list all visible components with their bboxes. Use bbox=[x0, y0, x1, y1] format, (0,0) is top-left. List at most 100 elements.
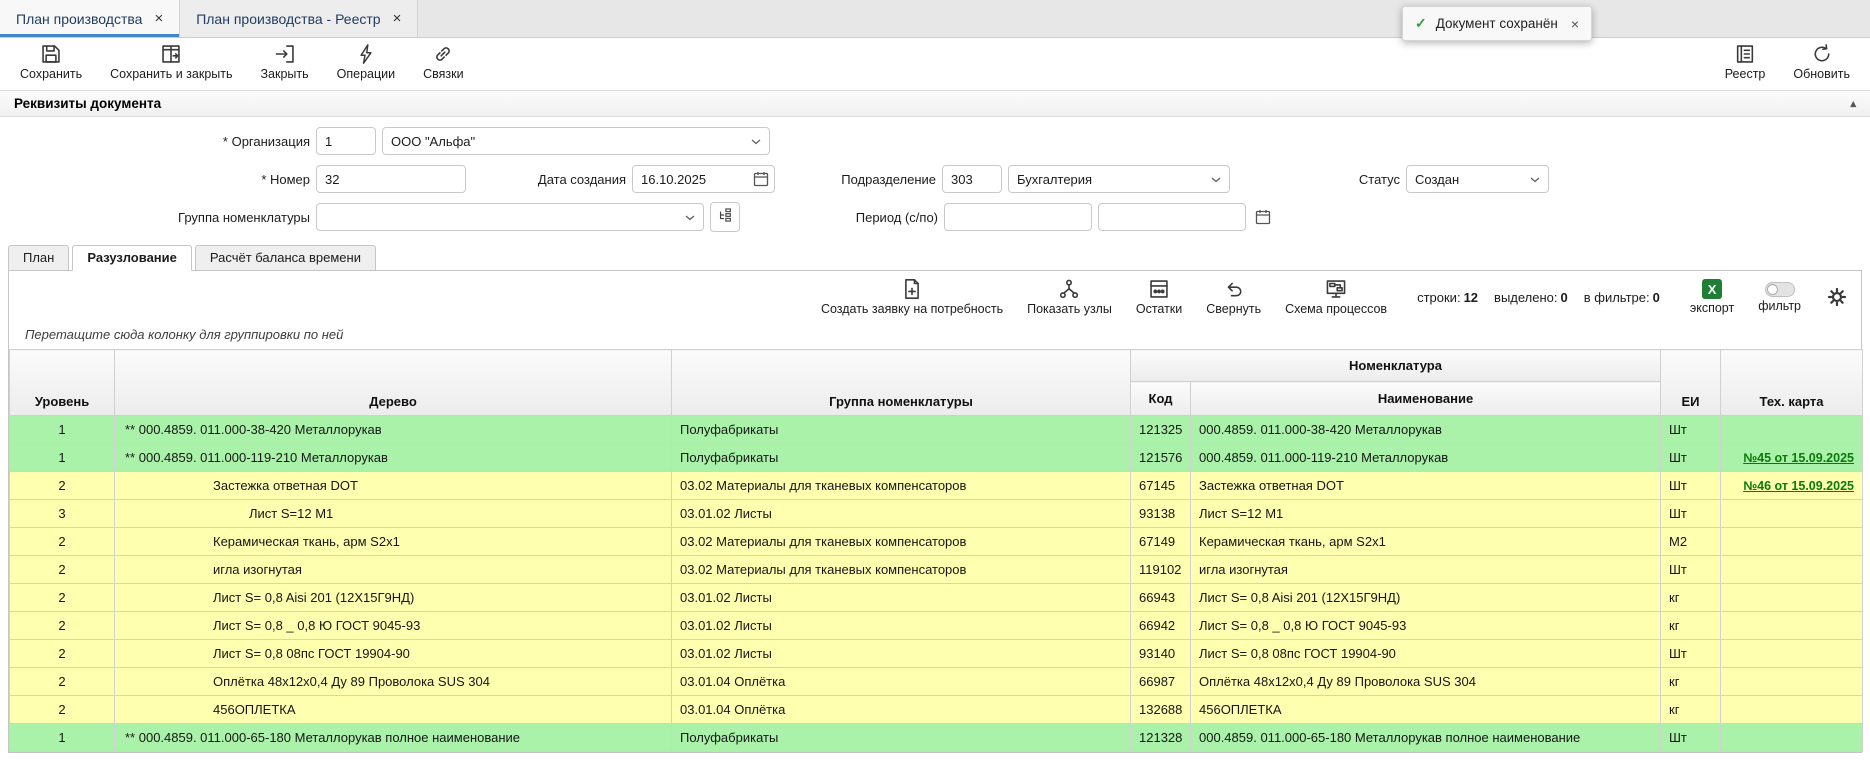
cell-tree: 456ОПЛЕТКА bbox=[115, 696, 672, 724]
tab-close-icon[interactable]: × bbox=[393, 11, 402, 26]
table-row[interactable]: 2Оплётка 48х12х0,4 Ду 89 Проволока SUS 3… bbox=[10, 668, 1863, 696]
close-button[interactable]: Закрыть bbox=[261, 43, 309, 81]
cell-tech-card: №46 от 15.09.2025 bbox=[1721, 472, 1863, 500]
column-header-group[interactable]: Группа номенклатуры bbox=[672, 350, 1131, 416]
toolbar-button-label: Схема процессов bbox=[1285, 302, 1387, 316]
toolbar-button-label: Связки bbox=[423, 67, 463, 81]
table-row[interactable]: 3Лист S=12 М103.01.02 Листы93138Лист S=1… bbox=[10, 500, 1863, 528]
organization-select[interactable]: ООО "Альфа" bbox=[382, 127, 770, 155]
filter-toggle[interactable]: фильтр bbox=[1758, 282, 1801, 313]
cell-tech-card bbox=[1721, 584, 1863, 612]
calendar-icon[interactable] bbox=[752, 170, 770, 188]
cell-tree: Лист S=12 М1 bbox=[115, 500, 672, 528]
process-scheme-button[interactable]: Схема процессов bbox=[1285, 278, 1387, 316]
registry-button[interactable]: Реестр bbox=[1725, 43, 1766, 81]
number-input[interactable] bbox=[316, 165, 466, 193]
organization-code-input[interactable] bbox=[316, 127, 376, 155]
column-header-level[interactable]: Уровень bbox=[10, 350, 115, 416]
table-row[interactable]: 1** 000.4859. 011.000-38-420 Металлорука… bbox=[10, 416, 1863, 444]
number-label: * Номер bbox=[0, 172, 310, 187]
column-header-unit[interactable]: ЕИ bbox=[1661, 350, 1721, 416]
toggle-off-icon bbox=[1765, 282, 1795, 297]
settings-gear-button[interactable] bbox=[1827, 287, 1847, 307]
chevron-down-icon bbox=[685, 208, 695, 226]
cell-unit: М2 bbox=[1661, 528, 1721, 556]
nomenclature-group-select[interactable] bbox=[316, 203, 704, 231]
cell-unit: кг bbox=[1661, 696, 1721, 724]
period-calendar-icon[interactable] bbox=[1252, 206, 1274, 228]
main-toolbar-right: Реестр Обновить bbox=[1725, 43, 1850, 81]
window-tab-1[interactable]: План производства× bbox=[0, 0, 180, 37]
column-header-name[interactable]: Наименование bbox=[1191, 382, 1661, 416]
cell-level: 2 bbox=[10, 668, 115, 696]
cell-name: 000.4859. 011.000-119-210 Металлорукав bbox=[1191, 444, 1661, 472]
toolbar-button-label: Операции bbox=[337, 67, 395, 81]
show-nodes-icon bbox=[1058, 278, 1080, 300]
doc-tab-bar: ПланРазузлованиеРасчёт баланса времени bbox=[0, 242, 1870, 270]
create-request-button[interactable]: Создать заявку на потребность bbox=[821, 278, 1003, 316]
cell-group: 03.02 Материалы для тканевых компенсатор… bbox=[672, 472, 1131, 500]
save-close-button[interactable]: Сохранить и закрыть bbox=[110, 43, 232, 81]
collapse-button[interactable]: Свернуть bbox=[1206, 278, 1261, 316]
column-header-tech-card[interactable]: Тех. карта bbox=[1721, 350, 1863, 416]
toast-close-icon[interactable]: × bbox=[1571, 16, 1579, 32]
cell-unit: Шт bbox=[1661, 500, 1721, 528]
operations-button[interactable]: Операции bbox=[337, 43, 395, 81]
document-requisites-header[interactable]: Реквизиты документа ▴ bbox=[0, 90, 1870, 117]
tech-card-link[interactable]: №46 от 15.09.2025 bbox=[1743, 479, 1854, 493]
table-row[interactable]: 2Лист S= 0,8 08пс ГОСТ 19904-9003.01.02 … bbox=[10, 640, 1863, 668]
table-row[interactable]: 2Застежка ответная DOT03.02 Материалы дл… bbox=[10, 472, 1863, 500]
tab-close-icon[interactable]: × bbox=[154, 11, 163, 26]
cell-level: 1 bbox=[10, 444, 115, 472]
create-request-icon bbox=[901, 278, 923, 300]
table-row[interactable]: 2Керамическая ткань, арм S2х103.02 Матер… bbox=[10, 528, 1863, 556]
cell-unit: Шт bbox=[1661, 556, 1721, 584]
collapse-arrow-icon[interactable]: ▴ bbox=[1850, 97, 1856, 110]
table-row[interactable]: 1** 000.4859. 011.000-65-180 Металлорука… bbox=[10, 724, 1863, 752]
chevron-down-icon bbox=[751, 132, 761, 150]
rows-counter: строки:12 bbox=[1417, 290, 1478, 305]
stocks-button[interactable]: Остатки bbox=[1136, 278, 1182, 316]
column-header-code[interactable]: Код bbox=[1131, 382, 1191, 416]
form-row-group: Группа номенклатуры Период (с/по) bbox=[0, 202, 1870, 232]
period-to-input[interactable] bbox=[1098, 203, 1246, 231]
table-row[interactable]: 1** 000.4859. 011.000-119-210 Металлорук… bbox=[10, 444, 1863, 472]
status-label: Статус bbox=[1236, 172, 1400, 187]
table-row[interactable]: 2Лист S= 0,8 Aisi 201 (12Х15Г9НД)03.01.0… bbox=[10, 584, 1863, 612]
tech-card-link[interactable]: №45 от 15.09.2025 bbox=[1743, 451, 1854, 465]
cell-level: 3 bbox=[10, 500, 115, 528]
cell-group: Полуфабрикаты bbox=[672, 724, 1131, 752]
department-code-input[interactable] bbox=[942, 165, 1002, 193]
cell-level: 1 bbox=[10, 416, 115, 444]
form-row-number: * Номер Дата создания Подразделение Бухг… bbox=[0, 164, 1870, 194]
cell-unit: кг bbox=[1661, 584, 1721, 612]
toolbar-button-label: Свернуть bbox=[1206, 302, 1261, 316]
check-icon: ✓ bbox=[1415, 15, 1427, 32]
show-nodes-button[interactable]: Показать узлы bbox=[1027, 278, 1112, 316]
status-select[interactable]: Создан bbox=[1406, 165, 1549, 193]
chevron-down-icon bbox=[1211, 170, 1221, 188]
table-row[interactable]: 2456ОПЛЕТКА03.01.04 Оплётка132688456ОПЛЕ… bbox=[10, 696, 1863, 724]
window-tab-2[interactable]: План производства - Реестр× bbox=[180, 0, 418, 37]
registry-icon bbox=[1734, 43, 1756, 65]
filtered-counter-value: 0 bbox=[1653, 290, 1660, 305]
doc-tab-2[interactable]: Разузлование bbox=[72, 245, 192, 271]
period-from-input[interactable] bbox=[944, 203, 1092, 231]
table-row[interactable]: 2игла изогнутая03.02 Материалы для ткане… bbox=[10, 556, 1863, 584]
cell-group: Полуфабрикаты bbox=[672, 416, 1131, 444]
refresh-button[interactable]: Обновить bbox=[1793, 43, 1850, 81]
cell-unit: кг bbox=[1661, 668, 1721, 696]
cell-name: Лист S=12 М1 bbox=[1191, 500, 1661, 528]
save-button[interactable]: Сохранить bbox=[20, 43, 82, 81]
excel-export-button[interactable]: X экспорт bbox=[1690, 279, 1734, 315]
links-button[interactable]: Связки bbox=[423, 43, 463, 81]
column-header-tree[interactable]: Дерево bbox=[115, 350, 672, 416]
table-row[interactable]: 2Лист S= 0,8 _ 0,8 Ю ГОСТ 9045-9303.01.0… bbox=[10, 612, 1863, 640]
doc-tab-1[interactable]: План bbox=[8, 245, 69, 271]
cell-name: 456ОПЛЕТКА bbox=[1191, 696, 1661, 724]
department-select[interactable]: Бухгалтерия bbox=[1008, 165, 1230, 193]
cell-group: 03.01.02 Листы bbox=[672, 584, 1131, 612]
doc-tab-3[interactable]: Расчёт баланса времени bbox=[195, 245, 376, 271]
document-form: * Организация ООО "Альфа" * Номер Дата с… bbox=[0, 117, 1870, 242]
nomenclature-group-tree-button[interactable] bbox=[710, 202, 740, 232]
